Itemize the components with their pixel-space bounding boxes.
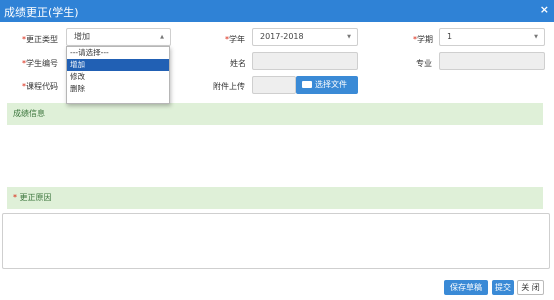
reason-textarea[interactable] [2,213,550,269]
term-label: *学期 [413,35,433,44]
required-marker: * [13,193,17,202]
dropdown-option-modify[interactable]: 修改 [67,71,169,83]
academic-year-value: 2017-2018 [260,32,304,41]
student-id-label: *学生编号 [22,59,58,68]
grade-info-section-header: 成绩信息 [7,103,543,125]
course-code-label: *课程代码 [22,82,58,91]
dialog-title: 成绩更正(学生) [4,6,79,19]
reason-section-header: * 更正原因 [7,187,543,209]
close-button[interactable]: 关 闭 [517,280,544,295]
submit-button[interactable]: 提交 [492,280,514,295]
chevron-down-icon: ▼ [534,34,538,40]
dropdown-option-placeholder[interactable]: ---请选择--- [67,47,169,59]
correction-type-select[interactable]: 增加 ▲ [66,28,171,46]
name-label: 姓名 [230,59,246,68]
dropdown-option-add[interactable]: 增加 [67,59,169,71]
chevron-down-icon: ▼ [347,34,351,40]
caret-up-icon: ▲ [160,34,164,40]
major-label: 专业 [416,59,432,68]
attachment-label: 附件上传 [213,82,245,91]
correction-type-dropdown: ---请选择--- 增加 修改 删除 [66,46,170,104]
choose-file-button[interactable]: 选择文件 [296,76,358,94]
academic-year-select[interactable]: 2017-2018 ▼ [252,28,358,46]
folder-open-icon [302,81,312,88]
term-select[interactable]: 1 ▼ [439,28,545,46]
close-icon[interactable]: × [540,3,549,16]
academic-year-label: *学年 [225,35,245,44]
attachment-path-field[interactable] [252,76,296,94]
correction-type-value: 增加 [74,32,90,41]
major-field[interactable] [439,52,545,70]
term-value: 1 [447,32,453,41]
dropdown-option-delete[interactable]: 删除 [67,83,169,95]
name-field[interactable] [252,52,358,70]
dialog-titlebar: 成绩更正(学生) × [0,0,554,22]
save-draft-button[interactable]: 保存草稿 [444,280,488,295]
correction-type-label: *更正类型 [22,35,58,44]
